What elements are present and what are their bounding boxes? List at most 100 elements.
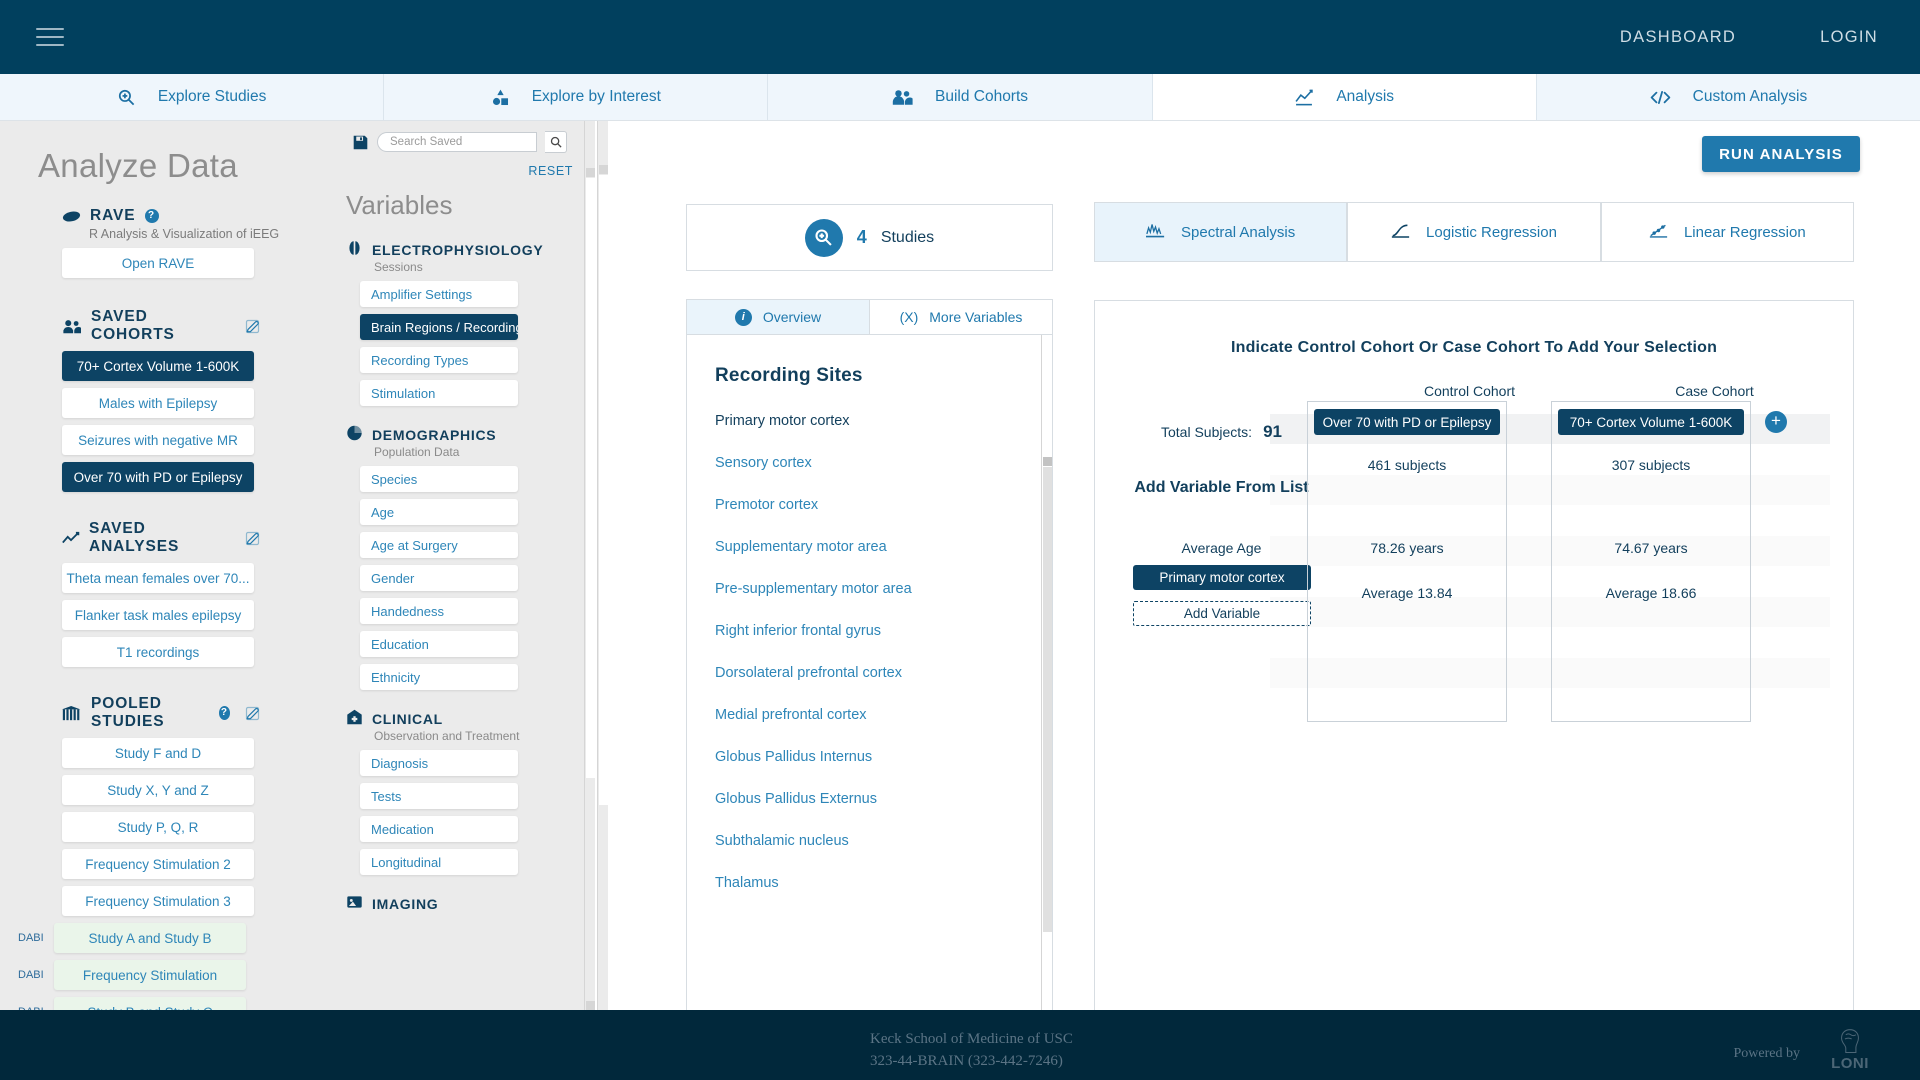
site-item[interactable]: Globus Pallidus Internus	[687, 749, 1052, 765]
edit-icon[interactable]	[245, 706, 260, 721]
site-item[interactable]: Sensory cortex	[687, 455, 1052, 471]
case-subjects-value: 307 subjects	[1611, 457, 1691, 473]
section-header: IMAGING	[346, 894, 595, 913]
run-analysis-button[interactable]: RUN ANALYSIS	[1702, 136, 1860, 172]
scrollbar-thumb[interactable]	[1043, 467, 1052, 932]
tab-linear-regression[interactable]: Linear Regression	[1600, 202, 1854, 262]
cohort-column-headers: Control Cohort Case Cohort	[1347, 383, 1847, 399]
scroll-down-arrow[interactable]	[586, 1001, 595, 1010]
control-cohort-chip[interactable]: Over 70 with PD or Epilepsy	[1314, 409, 1500, 435]
variable-item[interactable]: Handedness	[360, 598, 518, 624]
sidebar-analysis-item[interactable]: Flanker task males epilepsy	[62, 600, 254, 630]
open-rave-button[interactable]: Open RAVE	[62, 248, 254, 278]
variable-item[interactable]: Longitudinal	[360, 849, 518, 875]
recording-sites-title: Recording Sites	[715, 365, 863, 386]
dashboard-link[interactable]: DASHBOARD	[1578, 28, 1778, 47]
search-saved-input[interactable]: Search Saved	[377, 132, 537, 152]
site-item[interactable]: Pre-supplementary motor area	[687, 581, 1052, 597]
variables-section-electrophysiology: ELECTROPHYSIOLOGY Sessions Amplifier Set…	[330, 240, 595, 406]
site-item[interactable]: Medial prefrontal cortex	[687, 707, 1052, 723]
sidebar-cohort-item[interactable]: 70+ Cortex Volume 1-600K	[62, 351, 254, 381]
spectral-icon	[1146, 222, 1165, 243]
case-cohort-chip[interactable]: 70+ Cortex Volume 1-600K	[1558, 409, 1744, 435]
site-item[interactable]: Dorsolateral prefrontal cortex	[687, 665, 1052, 681]
variable-chip-primary-motor-cortex[interactable]: Primary motor cortex	[1133, 565, 1311, 590]
variable-item[interactable]: Tests	[360, 783, 518, 809]
variable-item[interactable]: Species	[360, 466, 518, 492]
variables-title: Variables	[346, 190, 453, 220]
scrollbar-thumb[interactable]	[599, 175, 608, 805]
tab-custom-analysis[interactable]: Custom Analysis	[1536, 74, 1920, 120]
site-item[interactable]: Right inferior frontal gyrus	[687, 623, 1052, 639]
site-item[interactable]: Subthalamic nucleus	[687, 833, 1052, 849]
sidebar-cohort-item[interactable]: Seizures with negative MR	[62, 425, 254, 455]
tab-explore-studies[interactable]: Explore Studies	[0, 74, 385, 120]
variable-item[interactable]: Ethnicity	[360, 664, 518, 690]
site-item[interactable]: Primary motor cortex	[687, 413, 1052, 429]
section-title: CLINICAL	[372, 710, 443, 727]
scroll-up-arrow[interactable]	[1043, 457, 1052, 466]
sidebar-pooled-item[interactable]: Study B and Study C	[54, 997, 246, 1010]
saved-analyses-title: SAVED ANALYSES	[89, 520, 180, 555]
variables-section-clinical: CLINICAL Observation and Treatment Diagn…	[330, 709, 595, 875]
tab-overview[interactable]: i Overview	[686, 299, 870, 335]
variable-item[interactable]: Amplifier Settings	[360, 281, 518, 307]
site-item[interactable]: Globus Pallidus Externus	[687, 791, 1052, 807]
sidebar-pooled-item[interactable]: Study F and D	[62, 738, 254, 768]
login-link[interactable]: LOGIN	[1778, 28, 1920, 47]
case-variable-average-value: Average 18.66	[1605, 585, 1697, 601]
dabi-tag: DABI	[18, 932, 44, 944]
rave-subtitle: R Analysis & Visualization of iEEG	[89, 227, 280, 241]
brain-icon	[62, 209, 81, 224]
edit-icon[interactable]	[245, 319, 260, 334]
footer-line-1: Keck School of Medicine of USC	[870, 1031, 1073, 1047]
tab-spectral-analysis[interactable]: Spectral Analysis	[1094, 202, 1348, 262]
hamburger-menu-icon[interactable]	[36, 22, 64, 52]
sidebar-pooled-item[interactable]: Study P, Q, R	[62, 812, 254, 842]
sidebar-pooled-item[interactable]: Study A and Study B	[54, 923, 246, 953]
sidebar-analysis-item[interactable]: T1 recordings	[62, 637, 254, 667]
variable-item[interactable]: Stimulation	[360, 380, 518, 406]
tab-logistic-regression[interactable]: Logistic Regression	[1347, 202, 1601, 262]
search-icon[interactable]	[545, 131, 567, 153]
scroll-up-arrow[interactable]	[586, 168, 595, 177]
variable-item[interactable]: Medication	[360, 816, 518, 842]
variable-item[interactable]: Education	[360, 631, 518, 657]
tab-build-cohorts[interactable]: Build Cohorts	[768, 74, 1153, 120]
variable-item[interactable]: Diagnosis	[360, 750, 518, 776]
save-icon[interactable]	[352, 134, 369, 151]
studies-card[interactable]: 4 Studies	[686, 204, 1053, 271]
sidebar-cohort-item[interactable]: Over 70 with PD or Epilepsy	[62, 462, 254, 492]
variable-item[interactable]: Age	[360, 499, 518, 525]
variables-section-imaging: IMAGING	[330, 894, 595, 913]
help-icon[interactable]: ?	[144, 209, 159, 223]
tab-label: More Variables	[929, 309, 1023, 325]
tab-explore-by-interest[interactable]: Explore by Interest	[384, 74, 769, 120]
site-item[interactable]: Supplementary motor area	[687, 539, 1052, 555]
add-variable-button[interactable]: Add Variable	[1133, 601, 1311, 626]
variables-scrollbar[interactable]	[584, 121, 595, 1010]
sidebar-analysis-item[interactable]: Theta mean females over 70...	[62, 563, 254, 593]
tab-more-variables[interactable]: (X) More Variables	[870, 299, 1053, 335]
tab-analysis[interactable]: Analysis	[1152, 74, 1537, 120]
pooled-studies-header: POOLED STUDIES ?	[62, 695, 330, 731]
edit-icon[interactable]	[245, 531, 260, 546]
plus-icon[interactable]: +	[1765, 411, 1787, 433]
sites-scrollbar[interactable]	[1041, 335, 1052, 1079]
sidebar-pooled-item[interactable]: Frequency Stimulation 3	[62, 886, 254, 916]
help-icon[interactable]: ?	[218, 706, 230, 720]
variable-item[interactable]: Gender	[360, 565, 518, 591]
sidebar-pooled-item[interactable]: Study X, Y and Z	[62, 775, 254, 805]
variable-item[interactable]: Age at Surgery	[360, 532, 518, 558]
sidebar-pooled-item[interactable]: Frequency Stimulation	[54, 960, 246, 990]
reset-link[interactable]: RESET	[330, 164, 595, 178]
sidebar-cohort-item[interactable]: Males with Epilepsy	[62, 388, 254, 418]
site-item[interactable]: Thalamus	[687, 875, 1052, 891]
scrollbar-thumb[interactable]	[586, 178, 595, 778]
scroll-up-arrow[interactable]	[599, 165, 608, 174]
variable-item[interactable]: Recording Types	[360, 347, 518, 373]
center-left-scroll[interactable]	[597, 121, 608, 1010]
variable-item[interactable]: Brain Regions / Recording Sites	[360, 314, 518, 340]
sidebar-pooled-item[interactable]: Frequency Stimulation 2	[62, 849, 254, 879]
site-item[interactable]: Premotor cortex	[687, 497, 1052, 513]
